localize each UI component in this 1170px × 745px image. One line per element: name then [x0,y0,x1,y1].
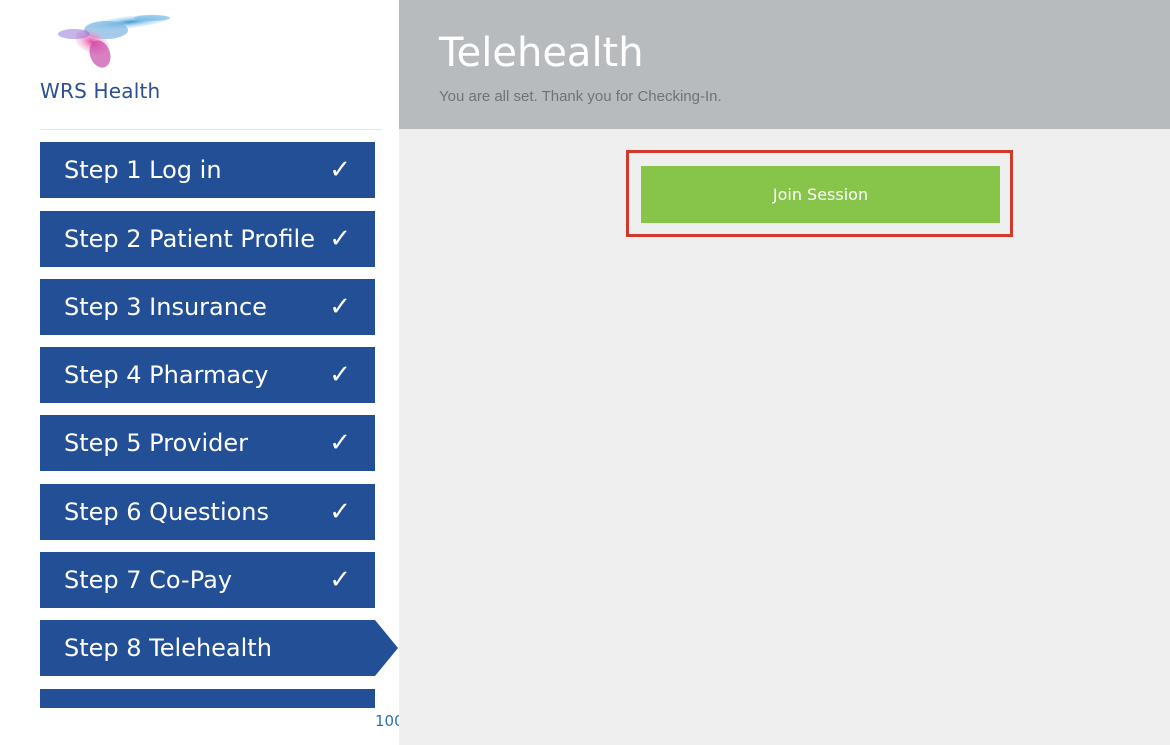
step-label: Step 1 Log in [64,156,222,184]
sidebar: WRS Health Step 1 Log in ✓ Step 2 Patien… [0,0,399,745]
step-7-co-pay[interactable]: Step 7 Co-Pay ✓ [40,552,375,608]
checkmark-icon: ✓ [329,360,351,390]
step-5-provider[interactable]: Step 5 Provider ✓ [40,415,375,471]
step-4-pharmacy[interactable]: Step 4 Pharmacy ✓ [40,347,375,403]
main-content: Telehealth You are all set. Thank you fo… [399,0,1170,745]
step-label: Step 8 Telehealth [64,634,272,662]
brand-name: WRS Health [40,79,161,103]
step-label: Step 4 Pharmacy [64,361,269,389]
checkmark-icon: ✓ [329,155,351,185]
step-8-telehealth[interactable]: Step 8 Telehealth [40,620,398,676]
checkmark-icon: ✓ [329,565,351,595]
checkmark-icon: ✓ [329,292,351,322]
step-label: Step 2 Patient Profile [64,225,315,253]
step-label: Step 5 Provider [64,429,248,457]
step-3-insurance[interactable]: Step 3 Insurance ✓ [40,279,375,335]
checkmark-icon: ✓ [329,428,351,458]
step-6-questions[interactable]: Step 6 Questions ✓ [40,484,375,540]
wrs-health-logo-icon [40,8,180,72]
pager-text: 100 [375,712,399,730]
step-1-log-in[interactable]: Step 1 Log in ✓ [40,142,375,198]
page-title: Telehealth [439,30,644,76]
checkmark-icon: ✓ [329,497,351,527]
join-session-button[interactable]: Join Session [641,166,1000,223]
step-label: Step 7 Co-Pay [64,566,233,594]
page-subtitle: You are all set. Thank you for Checking-… [439,88,722,105]
step-2-patient-profile[interactable]: Step 2 Patient Profile ✓ [40,211,375,267]
step-label: Step 6 Questions [64,498,270,526]
checkmark-icon: ✓ [329,224,351,254]
step-next-partial[interactable] [40,689,375,708]
sidebar-divider [40,129,382,130]
page-header: Telehealth You are all set. Thank you fo… [399,0,1170,129]
step-label: Step 3 Insurance [64,293,267,321]
